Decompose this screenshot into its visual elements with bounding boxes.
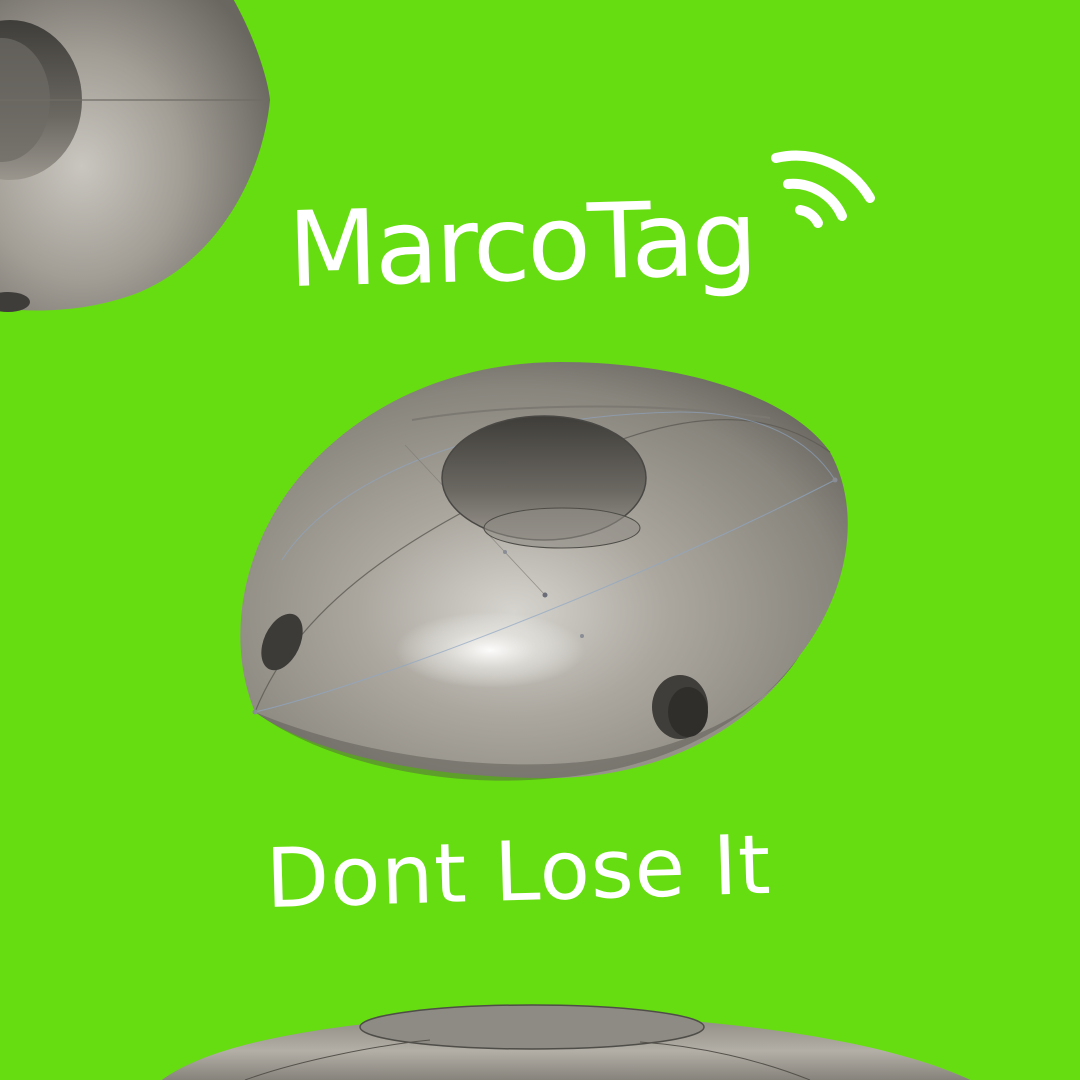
brand-title: MarcoTag: [286, 176, 757, 311]
device-render-bottom: [161, 1004, 971, 1080]
wireless-signal-icon: [771, 150, 875, 228]
device-render-top-left: [0, 0, 270, 312]
device-render-main: [240, 362, 848, 781]
tagline: Dont Lose It: [264, 817, 773, 927]
promo-canvas: MarcoTag Dont Lose It: [0, 0, 1080, 1080]
